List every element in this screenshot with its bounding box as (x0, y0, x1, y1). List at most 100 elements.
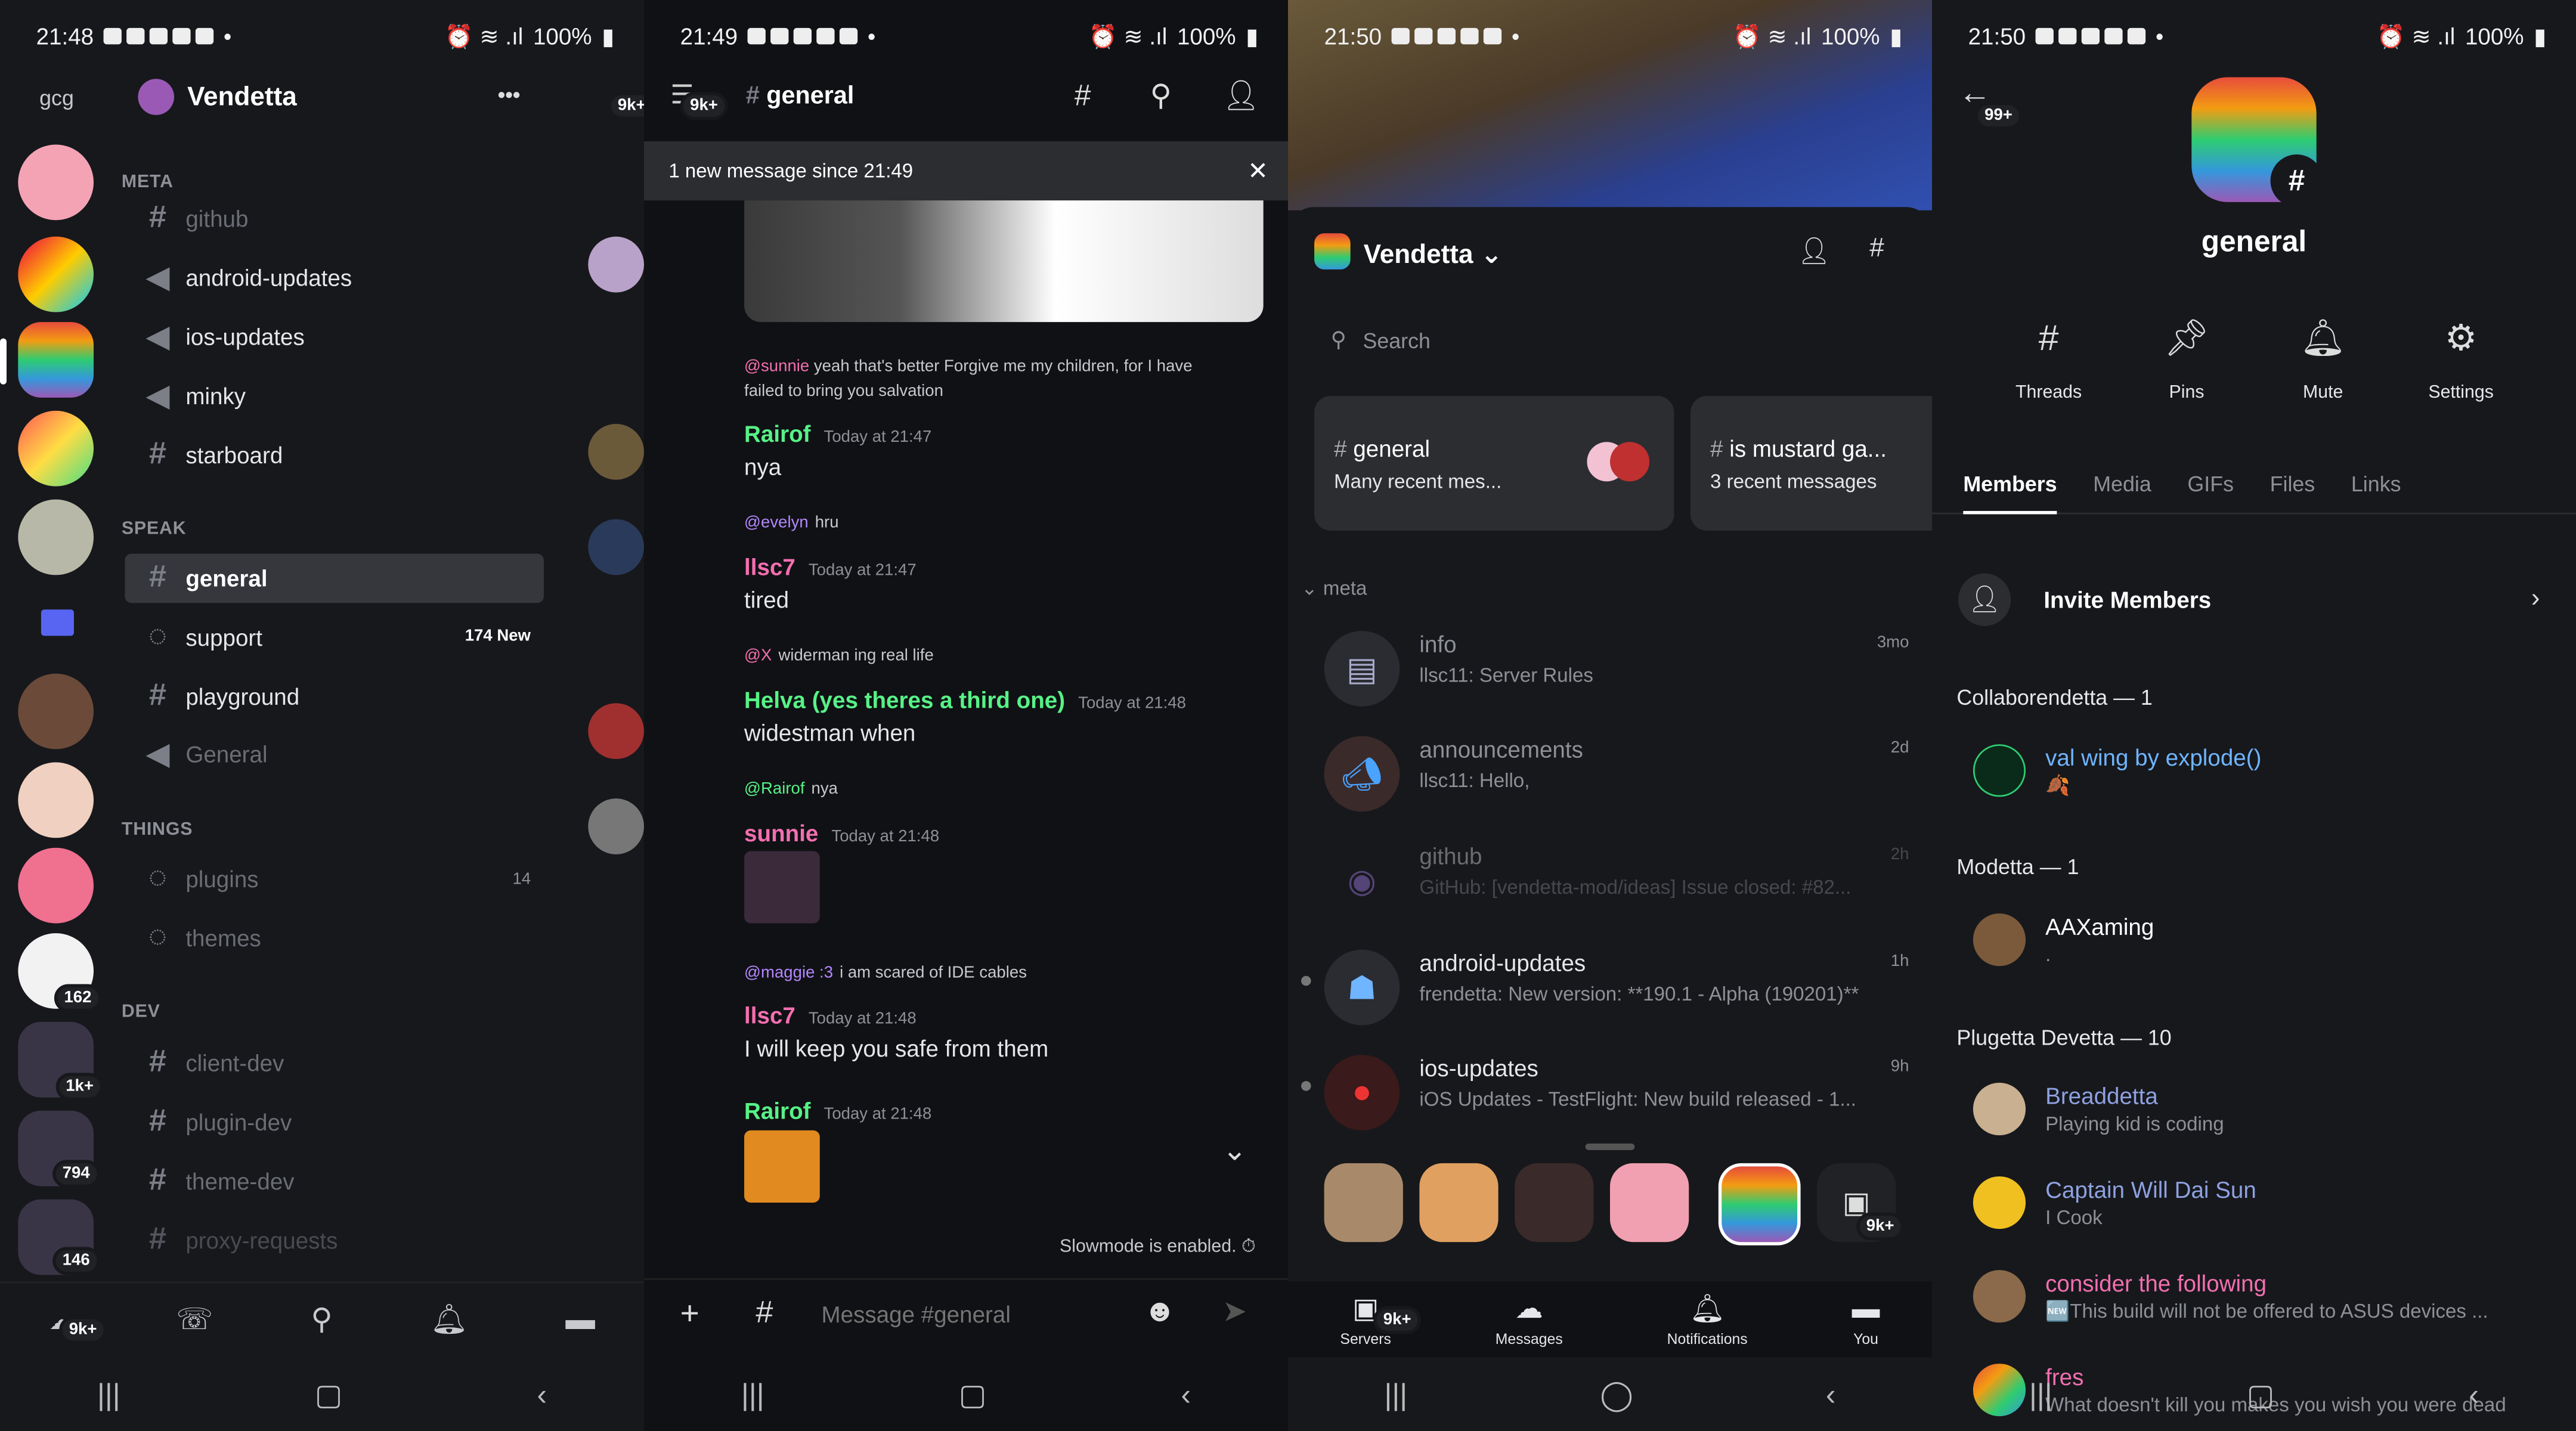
channel-android-updates[interactable]: ◀ android-updates (140, 253, 352, 302)
browse-channels-icon[interactable]: # (1869, 235, 1884, 265)
tab-gifs[interactable]: GIFs (2187, 472, 2234, 513)
emoji-image[interactable] (744, 1130, 820, 1203)
scroll-down-icon[interactable]: ⌄ (1222, 1133, 1247, 1168)
folder-icon[interactable] (41, 609, 74, 636)
reply-preview[interactable]: @Rairof nya (744, 780, 838, 798)
member-row[interactable]: Breaddetta Playing kid is coding (1973, 1082, 2565, 1148)
category-meta[interactable]: META (122, 172, 174, 192)
reply-preview[interactable]: @maggie :3 i am scared of IDE cables (744, 964, 1027, 982)
tab-members[interactable]: Members (1963, 472, 2057, 515)
dock-avatar[interactable] (1324, 1163, 1403, 1243)
search-icon[interactable]: ⚲ (1150, 79, 1172, 113)
member-row[interactable]: Captain Will Dai Sun I Cook (1973, 1176, 2565, 1242)
channel-client-dev[interactable]: # client-dev (140, 1038, 284, 1088)
server-avatar[interactable] (18, 762, 94, 838)
back-icon[interactable]: ‹ (537, 1377, 547, 1412)
channel-row-announcements[interactable]: 📣︎ announcements llsc11: Hello, 2d (1324, 729, 1919, 828)
server-avatar[interactable] (18, 144, 94, 221)
category-dev[interactable]: DEV (122, 1002, 160, 1022)
category-things[interactable]: THINGS (122, 820, 193, 840)
reply-preview[interactable]: @sunnie yeah that's better Forgive me my… (744, 355, 1270, 404)
add-attachment-icon[interactable]: + (680, 1296, 699, 1334)
server-avatar[interactable] (18, 847, 94, 924)
action-settings[interactable]: ⚙ Settings (2397, 317, 2525, 402)
action-threads[interactable]: # Threads (1984, 317, 2113, 402)
channel-row-github[interactable]: ◉ github GitHub: [vendetta-mod/ideas] Issu… (1324, 837, 1919, 935)
tab-messages[interactable]: ☁ Messages (1496, 1292, 1563, 1346)
friends-icon[interactable]: ☏ (176, 1303, 213, 1337)
more-options-icon[interactable]: ••• (498, 82, 521, 107)
channel-ios-updates[interactable]: ◀ ios-updates (140, 312, 304, 362)
section-meta[interactable]: ⌄ meta (1301, 577, 1367, 600)
action-mute[interactable]: 🔔︎ Mute (2259, 317, 2387, 402)
channel-github[interactable]: # github (140, 194, 249, 243)
server-name[interactable]: Vendetta ⌄ (1364, 238, 1503, 271)
reply-preview[interactable]: @X widerman ing real life (744, 648, 934, 665)
recents-icon[interactable]: ||| (2029, 1377, 2052, 1412)
active-channel-card[interactable]: # is mustard ga... 3 recent messages (1690, 396, 1932, 531)
recents-icon[interactable]: ||| (741, 1377, 764, 1412)
member-row[interactable]: val wing by explode() 🍂 (1973, 744, 2565, 810)
recents-icon[interactable]: ||| (97, 1377, 120, 1412)
channel-minky[interactable]: ◀ minky (140, 371, 246, 421)
bell-icon[interactable]: 🔔︎ (431, 1303, 468, 1337)
sheet-handle[interactable] (1585, 1143, 1635, 1150)
server-avatar[interactable] (18, 410, 94, 487)
tab-notifications[interactable]: 🔔︎ Notifications (1667, 1292, 1748, 1346)
channel-row-android-updates[interactable]: ☗ android-updates frendetta: New version: … (1324, 943, 1919, 1042)
dock-avatar[interactable] (1609, 1163, 1689, 1243)
channel-plugin-dev[interactable]: # plugin-dev (140, 1098, 292, 1147)
server-avatar[interactable] (18, 236, 94, 312)
server-avatar[interactable] (18, 673, 94, 749)
search-icon[interactable]: ⚲ (311, 1303, 332, 1337)
channel-themes[interactable]: ◌ themes (140, 913, 261, 963)
channel-theme-dev[interactable]: # theme-dev (140, 1157, 295, 1206)
members-icon[interactable]: 👤︎ (1222, 79, 1260, 113)
emoji-icon[interactable]: ☻ (1144, 1294, 1176, 1331)
channel-proxy-requests[interactable]: # proxy-requests (140, 1216, 338, 1265)
home-button-icon[interactable]: ▢ (315, 1377, 343, 1412)
message-input[interactable] (821, 1293, 1117, 1336)
home-button-icon[interactable]: ◯ (1600, 1377, 1633, 1412)
tab-media[interactable]: Media (2093, 472, 2151, 513)
sticker-image[interactable] (744, 851, 820, 924)
profile-icon[interactable]: ▬ (565, 1303, 595, 1337)
member-row[interactable]: consider the following 🆕This build will n… (1973, 1270, 2565, 1336)
channel-header[interactable]: # general (746, 82, 854, 110)
dock-avatar[interactable] (1419, 1163, 1498, 1243)
channel-playground[interactable]: # playground (140, 672, 299, 721)
server-avatar-selected[interactable] (18, 322, 94, 398)
send-icon[interactable]: ➤ (1222, 1294, 1247, 1329)
image-attachment[interactable] (744, 200, 1264, 323)
threads-icon[interactable]: # (1075, 79, 1091, 113)
active-channel-card[interactable]: # general Many recent mes... (1314, 396, 1674, 531)
channel-support[interactable]: ◌ support (140, 613, 262, 662)
recents-icon[interactable]: ||| (1385, 1377, 1408, 1412)
voice-channel-general[interactable]: ◀ General (140, 729, 267, 779)
tab-links[interactable]: Links (2351, 472, 2401, 513)
server-avatar[interactable] (18, 499, 94, 575)
search-bar[interactable]: ⚲ Search (1314, 312, 1906, 368)
dock-avatar[interactable] (1515, 1163, 1594, 1243)
channel-general[interactable]: # general (140, 554, 268, 603)
threads-icon[interactable]: # (756, 1296, 773, 1333)
action-pins[interactable]: 📌︎ Pins (2123, 317, 2251, 402)
close-icon[interactable]: ✕ (1247, 156, 1268, 186)
server-name[interactable]: Vendetta (187, 84, 297, 114)
channel-plugins[interactable]: ◌ plugins (140, 854, 259, 904)
tab-files[interactable]: Files (2270, 472, 2315, 513)
back-icon[interactable]: ‹ (1181, 1377, 1191, 1412)
member-row[interactable]: AAXaming. (1973, 913, 2565, 979)
new-messages-banner[interactable]: 1 new message since 21:49 ✕ (643, 141, 1288, 201)
channel-row-info[interactable]: ▤ info llsc11: Server Rules 3mo (1324, 624, 1919, 723)
channel-row-ios-updates[interactable]: ● ios-updates iOS Updates - TestFlight: Ne… (1324, 1048, 1919, 1147)
category-speak[interactable]: SPEAK (122, 519, 187, 539)
home-button-icon[interactable]: ▢ (2247, 1377, 2275, 1412)
reply-preview[interactable]: @evelyn hru (744, 514, 838, 532)
invite-members-row[interactable]: 👤︎ Invite Members › (1958, 563, 2550, 636)
home-button-icon[interactable]: ▢ (959, 1377, 987, 1412)
add-member-icon[interactable]: 👤︎ (1797, 235, 1831, 268)
channel-starboard[interactable]: # starboard (140, 430, 283, 480)
dock-avatar-selected[interactable] (1718, 1163, 1801, 1246)
back-icon[interactable]: ‹ (2469, 1377, 2479, 1412)
